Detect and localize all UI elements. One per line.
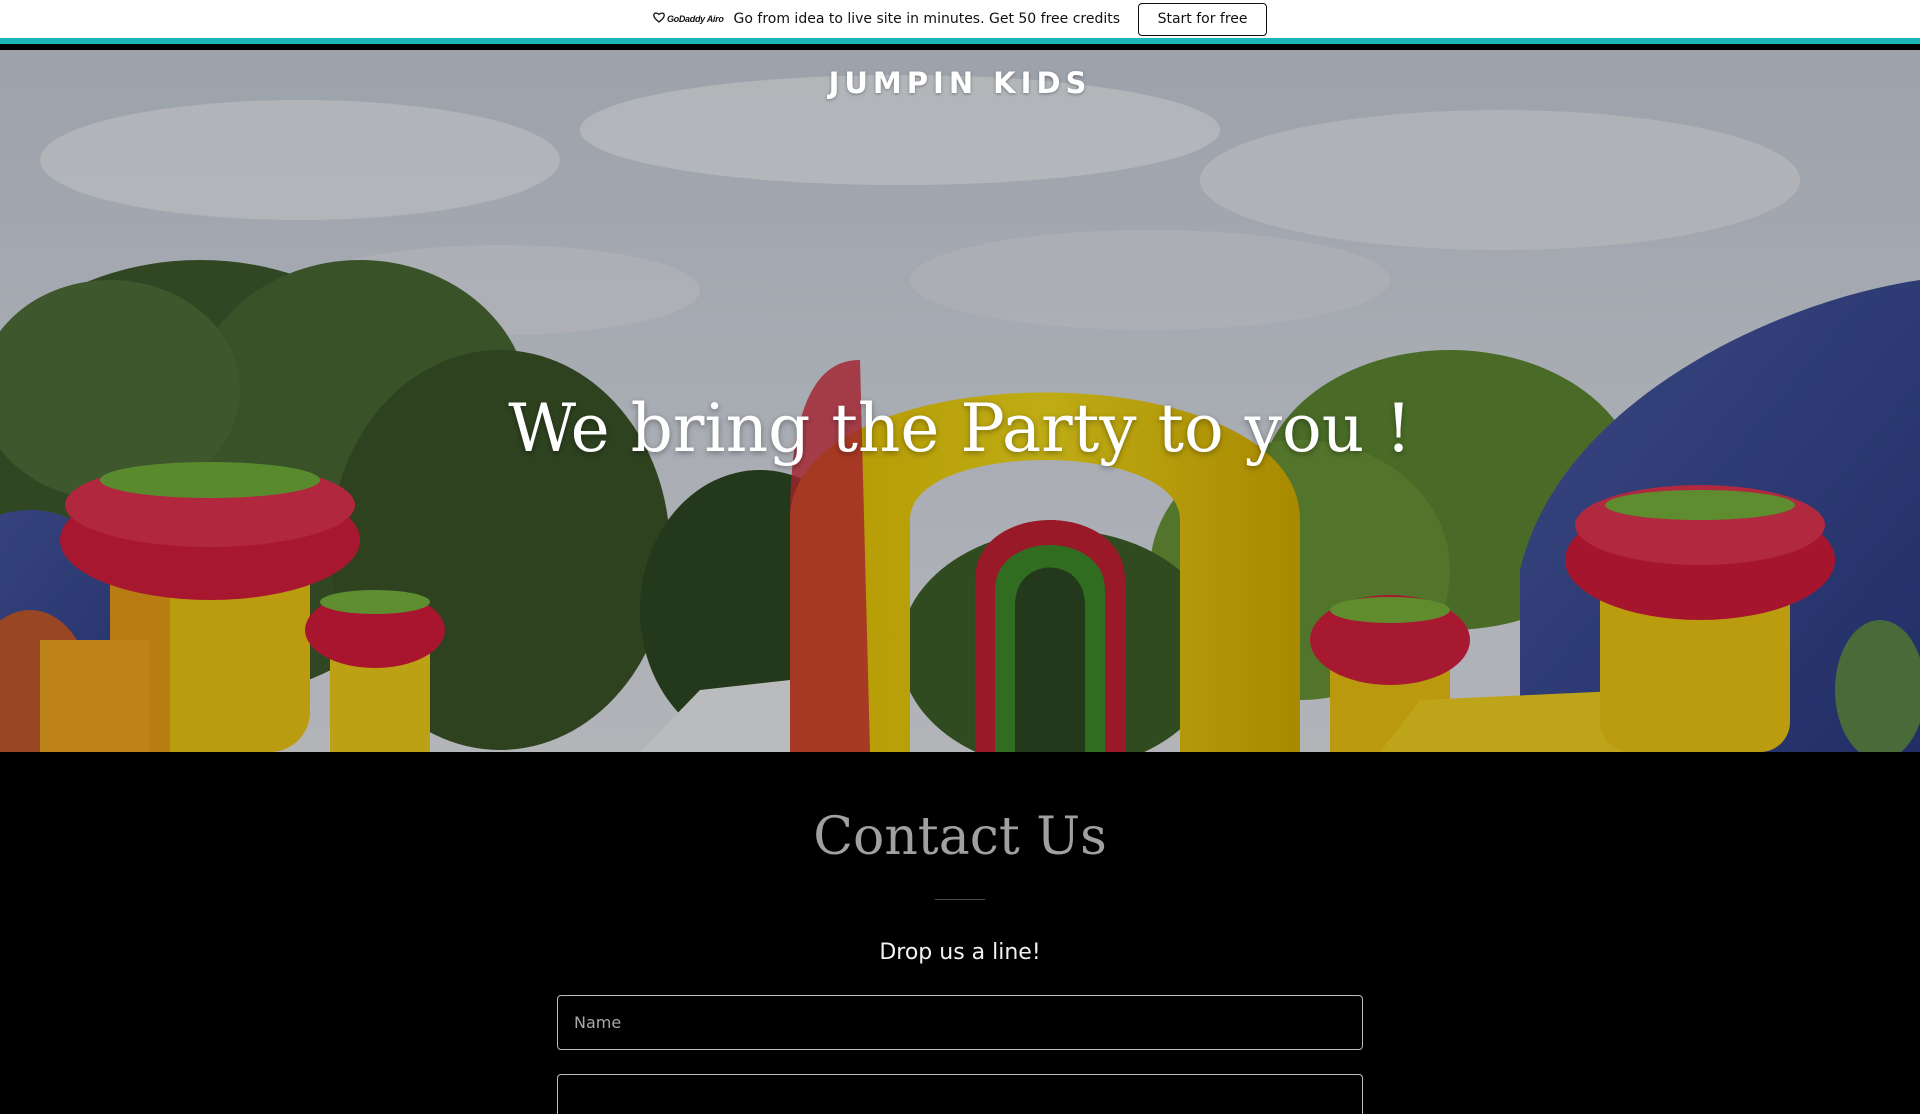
name-field[interactable] xyxy=(557,995,1363,1050)
hero-tagline: We bring the Party to you ! xyxy=(508,390,1412,467)
promo-banner: GoDaddy Airo Go from idea to live site i… xyxy=(0,0,1920,44)
promo-message: Go from idea to live site in minutes. Ge… xyxy=(733,11,1121,27)
start-for-free-button[interactable]: Start for free xyxy=(1138,2,1268,36)
hero-section: JUMPIN KIDS We bring the Party to you ! xyxy=(0,50,1920,752)
contact-heading: Contact Us xyxy=(813,807,1107,867)
contact-section: Contact Us Drop us a line! xyxy=(0,752,1920,1114)
godaddy-airo-logo[interactable]: GoDaddy Airo xyxy=(653,10,724,28)
promo-content: GoDaddy Airo Go from idea to live site i… xyxy=(653,2,1268,36)
contact-subheading: Drop us a line! xyxy=(879,940,1041,965)
site-title-logo[interactable]: JUMPIN KIDS xyxy=(0,66,1920,100)
godaddy-heart-icon xyxy=(653,10,665,28)
next-form-field[interactable] xyxy=(557,1074,1363,1114)
heading-divider xyxy=(935,899,985,900)
logo-wordmark: GoDaddy Airo xyxy=(666,14,724,24)
